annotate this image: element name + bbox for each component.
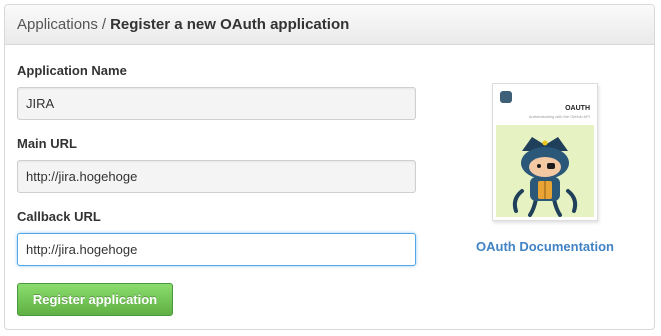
breadcrumb: Applications / Register a new OAuth applic…	[5, 5, 654, 45]
callback-url-label: Callback URL	[17, 209, 101, 224]
app-name-input[interactable]	[17, 87, 416, 120]
oauth-docs-sidebar: OAUTH Authenticating with the GitHub API	[465, 83, 625, 254]
book-title: OAUTH	[565, 105, 590, 112]
octocat-mascot-icon	[512, 137, 578, 217]
register-application-button[interactable]: Register application	[17, 283, 173, 316]
book-subtitle: Authenticating with the GitHub API	[528, 114, 590, 119]
oauth-book-cover[interactable]: OAUTH Authenticating with the GitHub API	[492, 83, 598, 221]
app-name-label: Application Name	[17, 63, 127, 78]
breadcrumb-applications-link[interactable]: Applications	[17, 16, 98, 33]
oauth-documentation-link[interactable]: OAuth Documentation	[465, 239, 625, 254]
oauth-app-panel: Applications / Register a new OAuth applic…	[4, 4, 655, 330]
github-badge-icon	[500, 91, 512, 103]
book-cover-art: OAUTH Authenticating with the GitHub API	[496, 87, 594, 217]
main-url-input[interactable]	[17, 160, 416, 193]
breadcrumb-separator: /	[101, 16, 107, 33]
main-url-label: Main URL	[17, 136, 77, 151]
callback-url-input[interactable]	[17, 233, 416, 266]
page-title: Register a new OAuth application	[110, 16, 350, 33]
